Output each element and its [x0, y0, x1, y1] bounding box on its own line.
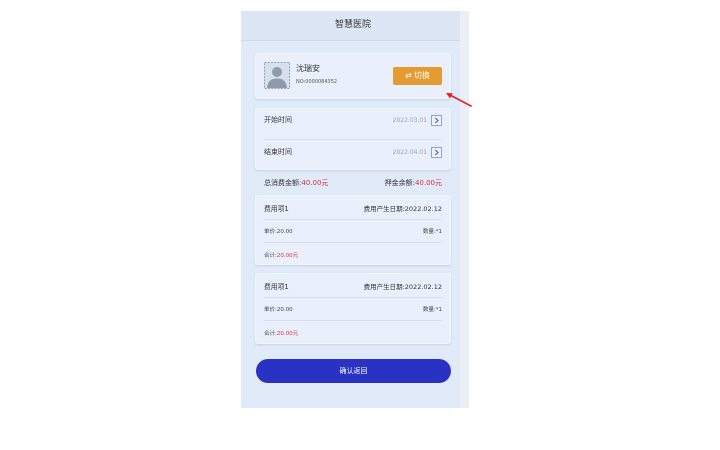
fee-subtotal-label: 合计: — [264, 253, 277, 259]
fee-subtotal-row: 合计:20.00元 — [264, 249, 442, 261]
total-amount-label: 总消费金额: — [264, 179, 302, 187]
fee-quantity: 数量:*1 — [422, 229, 442, 235]
fee-subtotal: 合计:20.00元 — [264, 251, 298, 259]
row-divider — [264, 139, 442, 140]
avatar-icon — [264, 62, 290, 89]
deposit-balance: 押金余额:40.00元 — [385, 178, 442, 188]
end-date-row[interactable]: 结束时间 2022.04.01 — [264, 145, 442, 159]
row-divider — [264, 242, 442, 243]
switch-patient-button[interactable]: ⇄ 切换 — [393, 67, 442, 85]
start-date-value[interactable]: 2022.03.01 — [393, 117, 427, 124]
patient-name: 沈瑞安 — [296, 64, 320, 73]
fee-price-row: 单价:20.00 数量:*1 — [264, 303, 442, 315]
date-range-card: 开始时间 2022.03.01 结束时间 2022.04.01 — [255, 108, 451, 170]
fee-subtotal-value: 20.00元 — [276, 253, 299, 259]
fee-date: 费用产生日期:2022.02.12 — [363, 205, 442, 213]
deposit-balance-value: 40.00元 — [414, 179, 442, 187]
fee-subtotal: 合计:20.00元 — [264, 329, 298, 337]
fee-subtotal-label: 合计: — [264, 331, 277, 337]
start-date-label: 开始时间 — [264, 116, 292, 124]
fee-name: 费用项1 — [264, 205, 289, 213]
fee-unit-price: 单价:20.00 — [264, 229, 293, 235]
patient-number: NO:0000084352 — [296, 79, 338, 85]
fee-subtotal-row: 合计:20.00元 — [264, 327, 442, 339]
row-divider — [264, 219, 442, 220]
switch-label: 切换 — [413, 71, 430, 80]
fee-quantity: 数量:*1 — [422, 307, 442, 313]
row-divider — [264, 297, 442, 298]
patient-card: 沈瑞安 NO:0000084352 ⇄ 切换 — [255, 53, 451, 99]
deposit-balance-label: 押金余额: — [384, 179, 415, 187]
fee-subtotal-value: 20.00元 — [276, 331, 299, 337]
chevron-right-icon[interactable] — [431, 114, 442, 126]
phone-screen: 智慧医院 沈瑞安 NO:0000084352 ⇄ 切换 开始时间 2022.03.… — [241, 11, 469, 408]
fee-item-card: 费用项1 费用产生日期:2022.02.12 单价:20.00 数量:*1 合计… — [255, 195, 451, 265]
fee-price-row: 单价:20.00 数量:*1 — [264, 225, 442, 237]
confirm-return-button[interactable]: 确认返回 — [256, 359, 451, 383]
total-amount: 总消费金额:40.00元 — [264, 178, 328, 188]
amount-summary: 总消费金额:40.00元 押金余额:40.00元 — [264, 177, 442, 189]
fee-item-card: 费用项1 费用产生日期:2022.02.12 单价:20.00 数量:*1 合计… — [255, 273, 451, 344]
end-date-label: 结束时间 — [264, 148, 292, 156]
start-date-row[interactable]: 开始时间 2022.03.01 — [264, 113, 442, 127]
chevron-right-icon[interactable] — [431, 146, 442, 158]
app-header: 智慧医院 — [241, 11, 460, 41]
fee-title-row: 费用项1 费用产生日期:2022.02.12 — [264, 280, 442, 292]
red-arrow-annotation — [446, 93, 472, 107]
scrollbar-track[interactable] — [460, 11, 469, 408]
fee-name: 费用项1 — [264, 283, 289, 291]
end-date-value[interactable]: 2022.04.01 — [393, 149, 427, 156]
swap-icon: ⇄ — [405, 71, 412, 80]
fee-title-row: 费用项1 费用产生日期:2022.02.12 — [264, 202, 442, 214]
fee-unit-price: 单价:20.00 — [264, 307, 293, 313]
page-title: 智慧医院 — [334, 20, 371, 30]
fee-date: 费用产生日期:2022.02.12 — [363, 283, 442, 291]
total-amount-value: 40.00元 — [301, 179, 329, 187]
row-divider — [264, 320, 442, 321]
